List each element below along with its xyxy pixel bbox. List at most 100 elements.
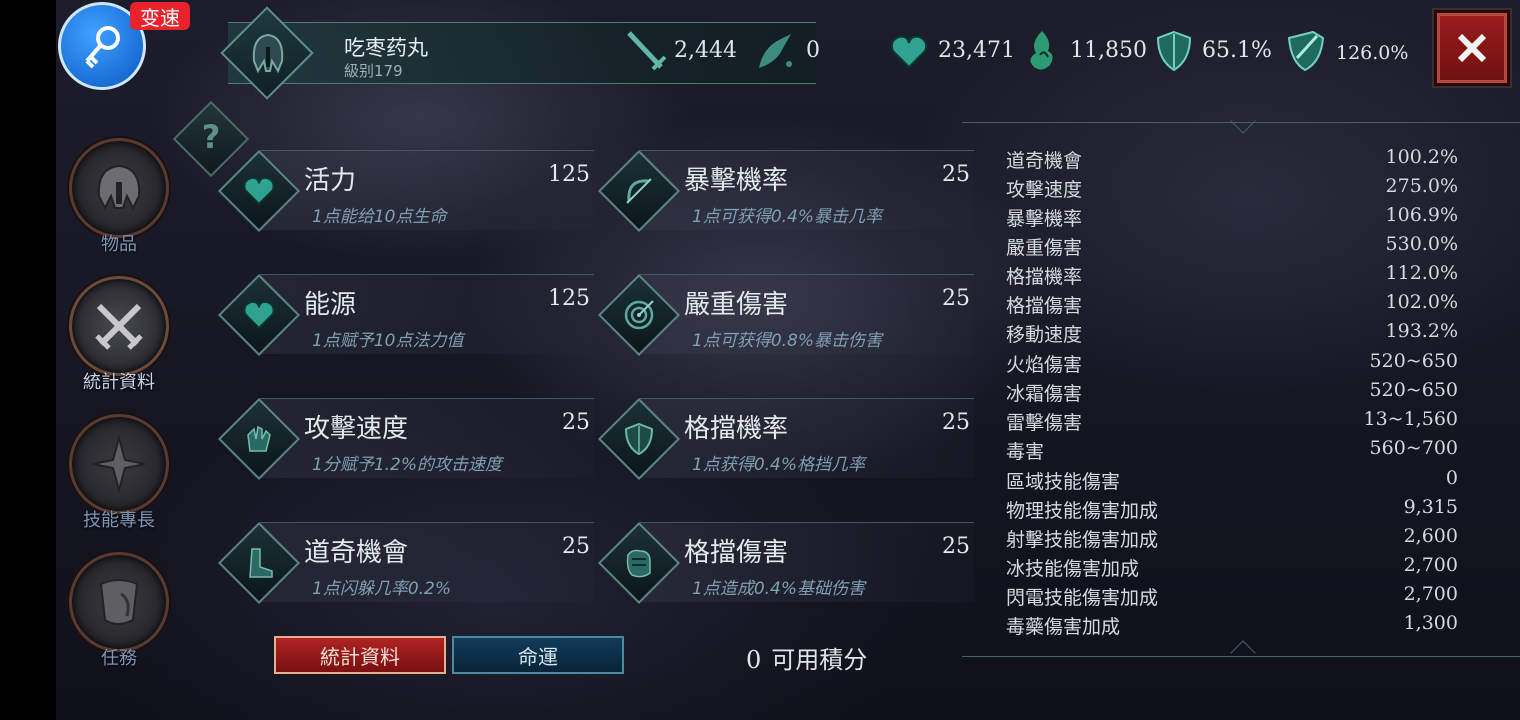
stat-row: 格擋傷害 102.0% [1006,291,1458,320]
helmet-icon [69,138,169,238]
nav-skills[interactable]: 技能專長 [68,414,170,532]
nav-label-stats: 統計資料 [83,372,155,393]
attribute-desc: 1点可获得0.8%暴击伤害 [692,331,883,351]
character-name: 吃枣药丸 [344,36,428,60]
shield-icon [614,414,664,464]
points-value: 0 [746,646,762,674]
key-icon [85,26,120,69]
attribute-name: 活力 [304,166,357,196]
stat-label: 冰技能傷害加成 [1006,558,1140,580]
stat-row: 暴擊機率 106.9% [1006,204,1458,233]
boot-icon [234,538,284,588]
mana-swirl-icon [1020,26,1064,76]
stat-label: 暴擊機率 [1006,208,1083,230]
game-screen: 变速 物品 統計資料 技能專長 任務 吃枣药丸 級别179 2,444 0 23… [0,0,1520,720]
stat-label: 毒藥傷害加成 [1006,616,1121,638]
stat-value: 520~650 [1369,379,1458,401]
stat-value: 275.0% [1385,175,1458,197]
stat-value: 560~700 [1369,437,1458,459]
stat-row: 冰技能傷害加成 2,700 [1006,554,1458,583]
stat-value: 530.0% [1385,233,1458,255]
attribute-desc: 1点可获得0.4%暴击几率 [692,207,883,227]
stat-row: 格擋機率 112.0% [1006,262,1458,291]
attribute-name: 能源 [304,290,357,320]
close-button[interactable] [1434,10,1510,86]
heart-icon [234,166,284,216]
fist-icon [614,538,664,588]
attribute-name: 嚴重傷害 [684,290,789,320]
attribute-value: 25 [562,534,590,559]
stat-row: 閃電技能傷害加成 2,700 [1006,583,1458,612]
nav-items[interactable]: 物品 [68,138,170,256]
attribute-crit-chance[interactable]: 暴擊機率 25 1点可获得0.4%暴击几率 [597,149,974,260]
secondary-value: 0 [806,38,820,63]
attribute-value: 125 [548,286,590,311]
attribute-name: 攻擊速度 [304,414,409,444]
tab-stats[interactable]: 統計資料 [274,636,446,674]
stat-value: 102.0% [1385,291,1458,313]
stat-row: 區域技能傷害 0 [1006,467,1458,496]
stat-value: 2,700 [1403,583,1458,605]
health-value: 23,471 [938,38,1015,63]
stat-label: 格擋機率 [1006,266,1083,288]
stat-label: 雷擊傷害 [1006,412,1083,434]
nav-label-items: 物品 [101,234,137,255]
resist-shield-icon [1282,26,1328,76]
stat-row: 射擊技能傷害加成 2,600 [1006,525,1458,554]
heart-icon [234,290,284,340]
damage-value: 2,444 [674,38,737,63]
attribute-energy[interactable]: 能源 125 1点赋予10点法力值 [217,273,594,384]
left-bezel [0,0,56,720]
stat-label: 格擋傷害 [1006,295,1083,317]
shield-icon [1152,26,1196,76]
nav-quests[interactable]: 任務 [68,552,170,670]
attribute-name: 格擋機率 [684,414,789,444]
stat-value: 193.2% [1385,320,1458,342]
attribute-desc: 1点赋予10点法力值 [312,331,464,351]
crossed-swords-icon [69,276,169,376]
stat-row: 移動速度 193.2% [1006,320,1458,349]
attribute-name: 格擋傷害 [684,538,789,568]
stat-label: 物理技能傷害加成 [1006,500,1159,522]
helmet-icon [244,28,292,78]
stat-value: 2,700 [1403,554,1458,576]
stat-value: 9,315 [1403,496,1458,518]
attribute-desc: 1点闪躲几率0.2% [312,579,452,599]
mana-value: 11,850 [1070,38,1147,63]
stat-value: 100.2% [1385,146,1458,168]
stat-value: 112.0% [1385,262,1458,284]
sword-icon [622,26,670,76]
stat-row: 道奇機會 100.2% [1006,146,1458,175]
attribute-vitality[interactable]: 活力 125 1点能给10点生命 [217,149,594,260]
nav-stats[interactable]: 統計資料 [68,276,170,394]
nav-label-skills: 技能專長 [83,510,155,531]
attribute-name: 道奇機會 [304,538,409,568]
resist-value: 126.0% [1336,42,1409,64]
stat-row: 雷擊傷害 13~1,560 [1006,408,1458,437]
stat-value: 0 [1445,467,1458,489]
attribute-desc: 1点造成0.4%基础伤害 [692,579,866,599]
character-level: 級别179 [344,62,403,80]
stat-label: 冰霜傷害 [1006,383,1083,405]
tab-fate[interactable]: 命運 [452,636,624,674]
points-label: 可用積分 [771,646,868,674]
stat-value: 2,600 [1403,525,1458,547]
attribute-block-damage[interactable]: 格擋傷害 25 1点造成0.4%基础伤害 [597,521,974,632]
stat-row: 攻擊速度 275.0% [1006,175,1458,204]
stat-label: 道奇機會 [1006,150,1083,172]
divider-notch [1230,640,1256,666]
quest-scroll-icon [69,552,169,652]
stat-label: 射擊技能傷害加成 [1006,529,1159,551]
attribute-attack-speed[interactable]: 攻擊速度 25 1分赋予1.2%的攻击速度 [217,397,594,508]
stats-panel: 道奇機會 100.2% 攻擊速度 275.0% 暴擊機率 106.9% 嚴重傷害 530… [962,108,1520,666]
stat-row: 嚴重傷害 530.0% [1006,233,1458,262]
close-icon [1457,33,1487,63]
attribute-crit-damage[interactable]: 嚴重傷害 25 1点可获得0.8%暴击伤害 [597,273,974,384]
stat-label: 攻擊速度 [1006,179,1083,201]
stat-label: 火焰傷害 [1006,354,1083,376]
target-icon [614,290,664,340]
attribute-dodge[interactable]: 道奇機會 25 1点闪躲几率0.2% [217,521,594,632]
stat-row: 冰霜傷害 520~650 [1006,379,1458,408]
attribute-block-chance[interactable]: 格擋機率 25 1点获得0.4%格挡几率 [597,397,974,508]
stat-value: 1,300 [1403,612,1458,634]
